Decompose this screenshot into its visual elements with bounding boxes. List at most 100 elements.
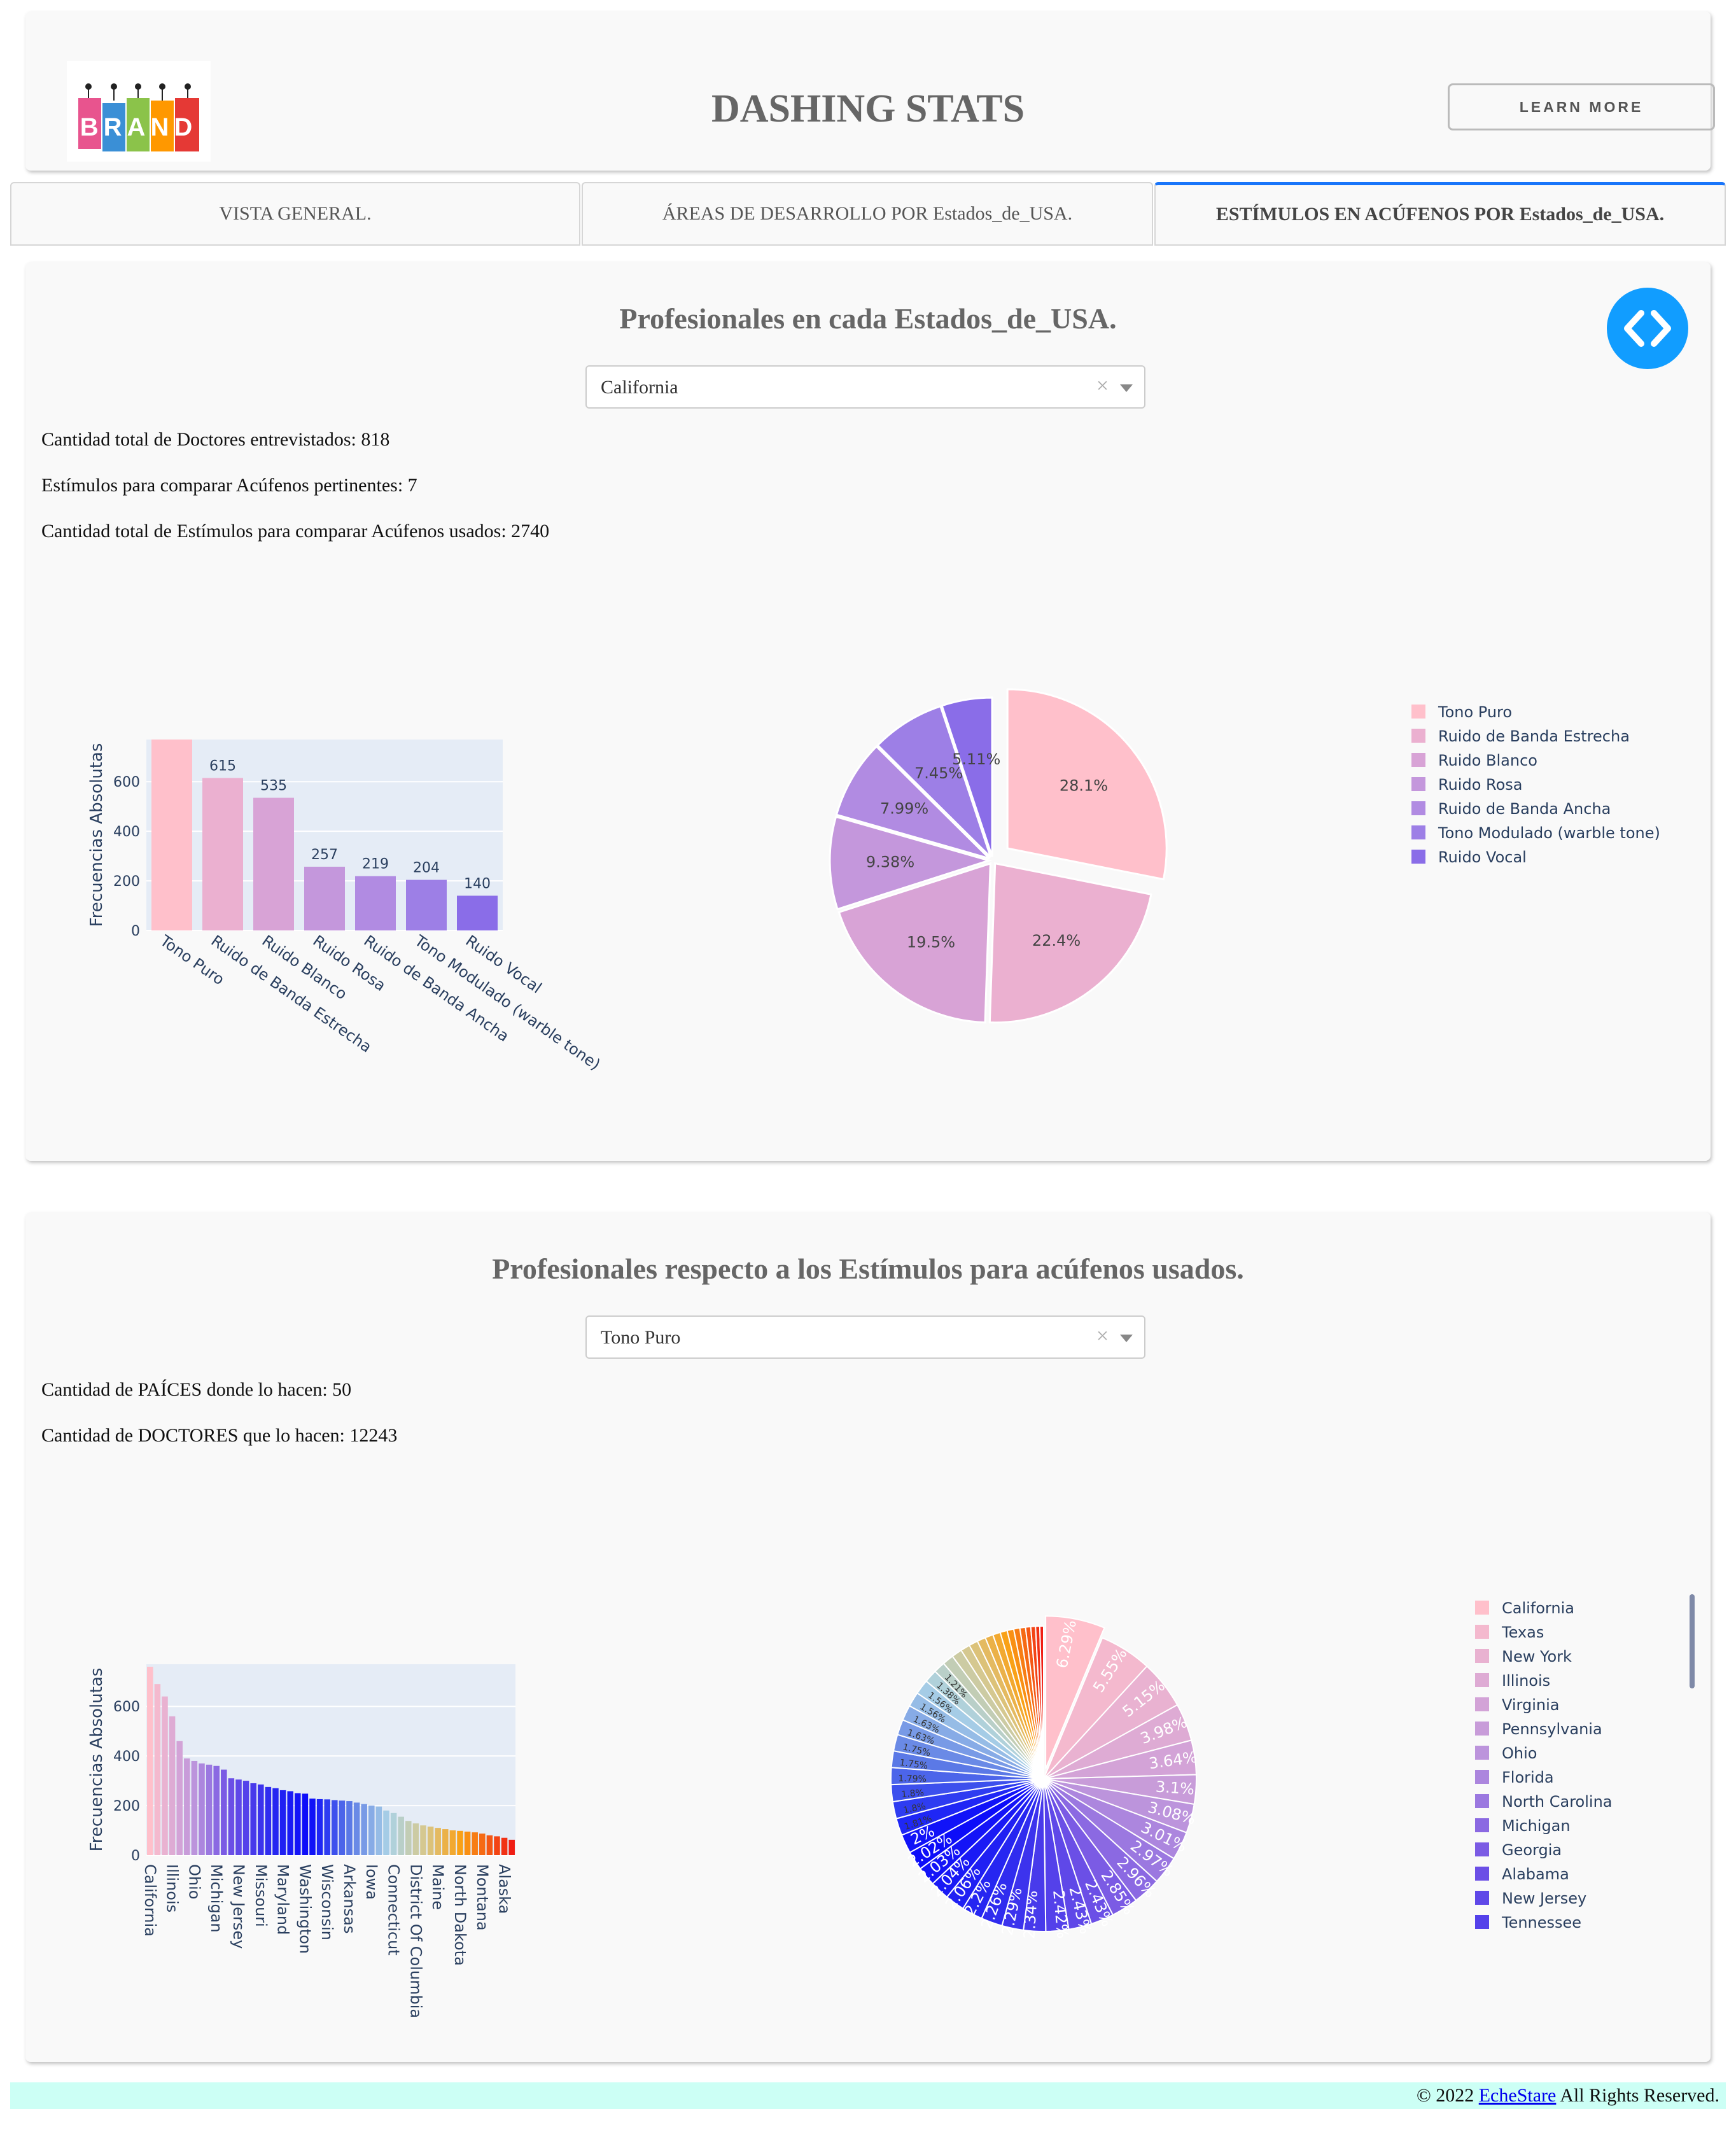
tab-estimulos-acufenos[interactable]: ESTÍMULOS EN ACÚFENOS POR Estados_de_USA… [1154,182,1726,246]
stimulus-dropdown[interactable]: Tono Puro × [585,1315,1145,1359]
y-axis-label: Frecuencias Absolutas [87,743,106,927]
bar [324,1799,330,1855]
legend-swatch [1475,1722,1489,1736]
bar [191,1760,198,1855]
pie-slice-label: 1.8% [901,1788,925,1800]
bar [398,1816,404,1855]
legend-swatch [1475,1673,1489,1687]
learn-more-button[interactable]: LEARN MORE [1448,83,1715,130]
stat-total-stimuli-used: Cantidad total de Estímulos para compara… [41,521,550,542]
x-tick-label: Illinois [164,1864,181,1912]
legend-swatch [1475,1697,1489,1711]
legend-label: Tennessee [1501,1914,1581,1932]
y-tick-label: 600 [113,775,140,790]
legend-swatch [1475,1794,1489,1808]
bar [390,1813,397,1855]
pie-slice-label: 7.99% [880,800,928,818]
x-tick-label: Iowa [363,1864,381,1900]
bar [472,1832,478,1855]
bar [295,1793,301,1855]
bar [368,1806,375,1855]
section2-title: Profesionales respecto a los Estímulos p… [492,1252,1244,1285]
bar [449,1830,456,1855]
stimuli-pie-legend: Tono Puro Ruido de Banda Estrecha Ruido Bl… [1411,703,1660,866]
legend-label: Ohio [1502,1744,1537,1762]
code-brackets-icon [1624,310,1671,347]
legend-swatch [1475,1649,1489,1663]
y-axis-label: Frecuencias Absolutas [87,1668,106,1852]
bar [213,1765,220,1855]
clear-icon[interactable]: × [1096,1324,1109,1349]
pie-slice-label: 3.1% [1155,1778,1195,1798]
legend-label: Michigan [1502,1817,1571,1835]
bar [494,1836,500,1855]
bar [250,1783,256,1855]
pie-slice-label: 19.5% [907,933,955,951]
legend-label: California [1502,1599,1574,1617]
bar [457,895,498,930]
bar [162,1696,168,1855]
legend-swatch [1411,729,1425,743]
stimuli-bar-chart: 0 200 400 600 Frecuencias Absolutas 615 535 257… [87,740,604,1074]
chevron-down-icon[interactable] [1120,384,1133,392]
bar [228,1778,235,1855]
code-toggle-button[interactable] [1607,288,1688,369]
copyright-prefix: © 2022 [1416,2085,1479,2106]
footer: © 2022 EcheStare All Rights Reserved. [10,2082,1726,2109]
legend-swatch [1411,825,1425,839]
legend-swatch [1411,850,1425,864]
bar [169,1716,176,1855]
legend-swatch [1475,1625,1489,1639]
x-tick-label: Michigan [207,1864,225,1933]
legend-label: Tono Modulado (warble tone) [1438,824,1660,842]
clear-icon[interactable]: × [1096,374,1109,398]
x-tick-label: Ohio [185,1864,203,1899]
header: BRAND DASHING STATS LEARN MORE [25,11,1715,171]
x-tick-label: Tono Modulado (warble tone) [411,931,604,1074]
bar [375,1806,382,1855]
bar [406,880,447,930]
company-link[interactable]: EcheStare [1479,2085,1557,2106]
x-tick-label: Wisconsin [318,1864,336,1940]
tab-vista-general[interactable]: VISTA GENERAL. [10,182,580,246]
legend-label: Illinois [1502,1672,1550,1690]
legend-swatch [1475,1891,1489,1905]
pie-slice-label: 9.38% [866,853,914,871]
bar [253,797,294,930]
pie-slice-label: 28.1% [1060,777,1108,795]
copyright-text: © 2022 EcheStare All Rights Reserved. [1417,2085,1719,2107]
section-professionals-by-state: Profesionales en cada Estados_de_USA. Ca… [25,262,1711,1161]
y-tick-label: 400 [113,1749,140,1765]
legend-swatch [1475,1746,1489,1760]
bar [272,1788,279,1855]
states-pie-chart: 6.29%5.55%5.15%3.98%3.64%3.1%3.08%3.01%2… [890,1615,1198,1939]
legend-swatch [1475,1770,1489,1784]
bar [457,1830,463,1855]
state-dropdown[interactable]: California × [585,365,1145,409]
y-tick-label: 0 [131,923,140,939]
bar [486,1835,493,1855]
bar [258,1784,264,1855]
bar-value-label: 204 [413,860,440,876]
bar [184,1758,190,1855]
x-tick-label: Maine [429,1864,447,1910]
bar [355,876,396,930]
legend-label: Ruido Blanco [1438,752,1537,769]
bar [221,1769,227,1855]
legend-swatch [1475,1867,1489,1881]
bar [435,1828,441,1855]
chevron-down-icon[interactable] [1120,1335,1133,1342]
x-tick-label: Alaska [496,1864,514,1914]
bar [412,1823,419,1855]
bar [202,778,243,930]
legend-label: New York [1502,1648,1572,1666]
bar [287,1791,293,1855]
stimuli-pie-chart: 28.1%22.4%19.5%9.38%7.99%7.45%5.11% [829,688,1168,1024]
bar [265,1786,272,1855]
pie-slice-label: 22.4% [1032,932,1081,950]
y-tick-label: 200 [113,1799,140,1814]
bar-value-label: 140 [464,876,491,892]
section1-title: Profesionales en cada Estados_de_USA. [619,302,1117,335]
stat-relevant-stimuli: Estímulos para comparar Acúfenos pertine… [41,475,417,496]
tab-areas-desarrollo[interactable]: ÁREAS DE DESARROLLO POR Estados_de_USA. [582,182,1153,246]
